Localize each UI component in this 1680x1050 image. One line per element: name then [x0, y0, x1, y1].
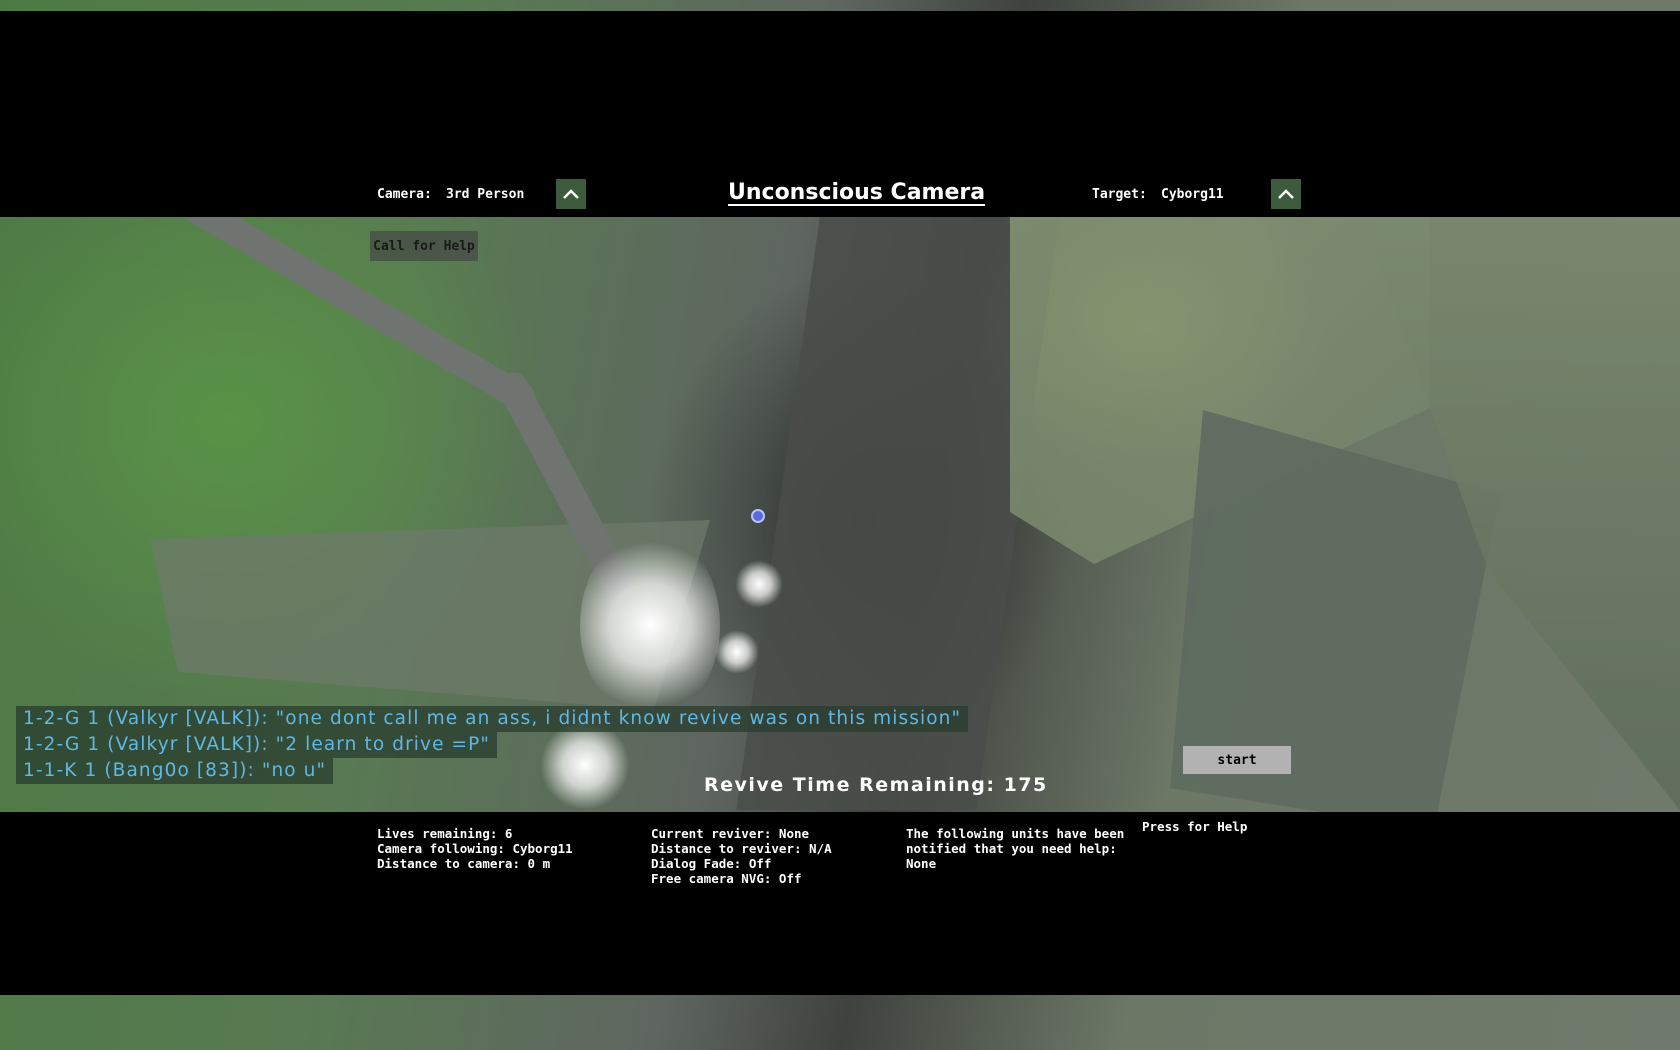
camera-mode-toggle-button[interactable] — [556, 179, 586, 209]
current-reviver: Current reviver: None — [651, 826, 810, 841]
notified-header-line: The following units have been — [906, 826, 1125, 841]
notified-units: The following units have been notified t… — [906, 826, 1124, 871]
notified-header-line: notified that you need help: — [906, 841, 1117, 856]
chat-message: 1-1-K 1 (Bang0o [83]): "no u" — [16, 758, 334, 784]
chat-log: 1-2-G 1 (Valkyr [VALK]): "one dont call … — [16, 706, 969, 784]
light-glare — [715, 630, 759, 674]
notified-units-value: None — [906, 856, 937, 871]
chevron-up-icon — [563, 189, 579, 199]
distance-to-reviver: Distance to reviver: N/A — [651, 841, 832, 856]
lives-remaining: Lives remaining: 6 — [377, 826, 513, 841]
camera-following: Camera following: Cyborg11 — [377, 841, 573, 856]
target-label: Target: — [1092, 187, 1147, 202]
camera-mode-value: 3rd Person — [446, 187, 525, 202]
light-glare — [580, 530, 720, 720]
start-button[interactable]: start — [1183, 746, 1291, 774]
free-camera-nvg: Free camera NVG: Off — [651, 871, 802, 886]
distance-to-camera: Distance to camera: 0 m — [377, 856, 551, 871]
bottom-letterbox — [0, 812, 1680, 995]
chevron-up-icon — [1278, 189, 1294, 199]
light-glare — [735, 560, 783, 608]
revive-timer: Revive Time Remaining: 175 — [704, 774, 1048, 796]
camera-label: Camera: — [377, 187, 432, 202]
press-for-help[interactable]: Press for Help — [1142, 819, 1247, 834]
target-toggle-button[interactable] — [1271, 179, 1301, 209]
dialog-title: Unconscious Camera — [728, 180, 986, 205]
marker-dot-icon — [751, 509, 765, 523]
reviver-status: Current reviver: None Distance to revive… — [651, 826, 832, 886]
target-value: Cyborg11 — [1161, 187, 1224, 202]
tree-branch — [179, 191, 541, 417]
dialog-fade: Dialog Fade: Off — [651, 856, 772, 871]
player-status: Lives remaining: 6 Camera following: Cyb… — [377, 826, 573, 871]
chat-message: 1-2-G 1 (Valkyr [VALK]): "one dont call … — [16, 706, 969, 732]
chat-message: 1-2-G 1 (Valkyr [VALK]): "2 learn to dri… — [16, 732, 497, 758]
call-for-help-button[interactable]: Call for Help — [370, 231, 478, 261]
